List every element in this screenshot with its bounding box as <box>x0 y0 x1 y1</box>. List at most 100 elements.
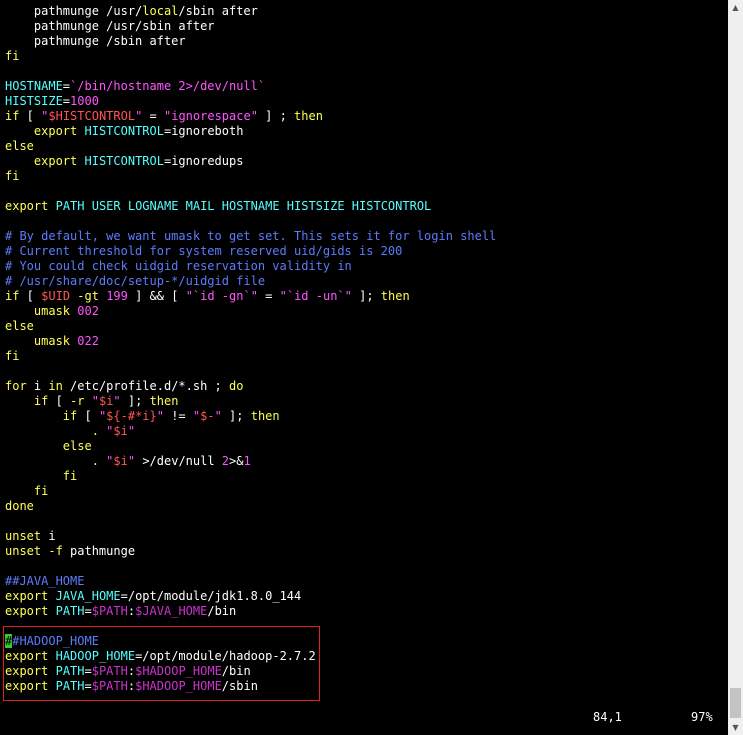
code-line: ##JAVA_HOME <box>5 574 725 589</box>
code-line: export PATH=$PATH:$JAVA_HOME/bin <box>5 604 725 619</box>
code-token: " <box>214 409 222 423</box>
code-token: $PATH <box>91 604 128 618</box>
status-line: 84,1 97% <box>0 709 725 725</box>
code-line: else <box>5 439 725 454</box>
code-token: =ignoreboth <box>163 124 244 138</box>
code-token: export <box>5 589 49 603</box>
code-token: -r <box>70 394 85 408</box>
code-token: export <box>5 604 49 618</box>
code-token: unset <box>5 529 42 543</box>
code-token: =/opt/module/jdk1.8.0_144 <box>120 589 302 603</box>
code-token: export <box>33 154 78 168</box>
code-token: " <box>156 409 164 423</box>
code-line: pathmunge /usr/sbin after <box>5 19 725 34</box>
code-token: /sbin after <box>178 4 258 18</box>
code-token: do <box>229 379 244 393</box>
code-token: `/bin/hostname 2>/dev/null` <box>70 79 266 93</box>
scroll-thumb[interactable] <box>730 688 741 718</box>
code-token: " <box>113 394 121 408</box>
code-line: umask 022 <box>5 334 725 349</box>
code-line: # By default, we want umask to get set. … <box>5 229 725 244</box>
code-line: for i in /etc/profile.d/*.sh ; do <box>5 379 725 394</box>
code-token: =ignoredups <box>163 154 244 168</box>
code-line: if [ "$HISTCONTROL" = "ignorespace" ] ; … <box>5 109 725 124</box>
code-token: for <box>5 379 27 393</box>
code-token: unset <box>5 544 42 558</box>
code-token: else <box>5 139 34 153</box>
code-line: # Current threshold for system reserved … <box>5 244 725 259</box>
code-line: unset i <box>5 529 725 544</box>
code-token: HISTCONTROL <box>84 154 164 168</box>
code-token: " <box>127 454 136 468</box>
code-token: ${-#*i} <box>106 409 157 423</box>
code-token: 1 <box>243 454 251 468</box>
code-token: done <box>5 499 34 513</box>
code-token: if <box>62 409 78 423</box>
code-token: -f <box>48 544 63 558</box>
code-line: fi <box>5 169 725 184</box>
code-token: fi <box>5 349 20 363</box>
code-line: fi <box>5 49 725 64</box>
code-token: ]; <box>221 409 251 423</box>
code-token: 022 <box>77 334 99 348</box>
code-line: . "$i" >/dev/null 2>&1 <box>5 454 725 469</box>
code-token: $JAVA_HOME <box>135 604 208 618</box>
code-token: pathmunge /usr/sbin after <box>5 19 215 33</box>
scroll-down-arrow-icon[interactable]: ▼ <box>728 720 743 735</box>
code-token: if <box>5 109 20 123</box>
code-token: then <box>380 289 410 303</box>
code-token: . <box>91 424 99 438</box>
editor-text-area[interactable]: pathmunge /usr/local/sbin after pathmung… <box>5 4 725 694</box>
code-token: ]; <box>120 394 150 408</box>
code-token: pathmunge /usr/ <box>5 4 143 18</box>
code-token: HISTSIZE <box>5 94 63 108</box>
code-token: >& <box>229 454 244 468</box>
code-line: pathmunge /usr/local/sbin after <box>5 4 725 19</box>
code-token: PATH USER LOGNAME MAIL HOSTNAME HISTSIZE… <box>55 199 432 213</box>
code-line: else <box>5 319 725 334</box>
code-token: i <box>41 529 56 543</box>
code-line: done <box>5 499 725 514</box>
code-token: fi <box>5 169 20 183</box>
code-token: fi <box>62 469 78 483</box>
code-token: = <box>142 109 164 123</box>
code-token: HOSTNAME <box>5 79 63 93</box>
code-token: $i <box>98 394 114 408</box>
vertical-scrollbar[interactable]: ▲ ▼ <box>728 0 743 735</box>
code-line: fi <box>5 484 725 499</box>
code-token: >/dev/null <box>135 454 222 468</box>
code-line: if [ $UID -gt 199 ] && [ "`id -gn`" = "`… <box>5 289 725 304</box>
code-token: then <box>294 109 323 123</box>
code-token: [ <box>77 409 99 423</box>
code-token: ]; <box>351 289 381 303</box>
code-token: = <box>62 79 71 93</box>
scroll-up-arrow-icon[interactable]: ▲ <box>728 0 743 15</box>
code-token: local <box>142 4 179 18</box>
code-token: 2 <box>221 454 230 468</box>
code-token: if <box>5 289 20 303</box>
code-token: /bin <box>207 604 237 618</box>
code-token: " <box>127 424 136 438</box>
code-line: umask 002 <box>5 304 725 319</box>
code-token: i <box>26 379 49 393</box>
code-token: : <box>127 604 136 618</box>
code-line: else <box>5 139 725 154</box>
code-token: JAVA_HOME <box>55 589 121 603</box>
code-token: umask <box>33 304 71 318</box>
